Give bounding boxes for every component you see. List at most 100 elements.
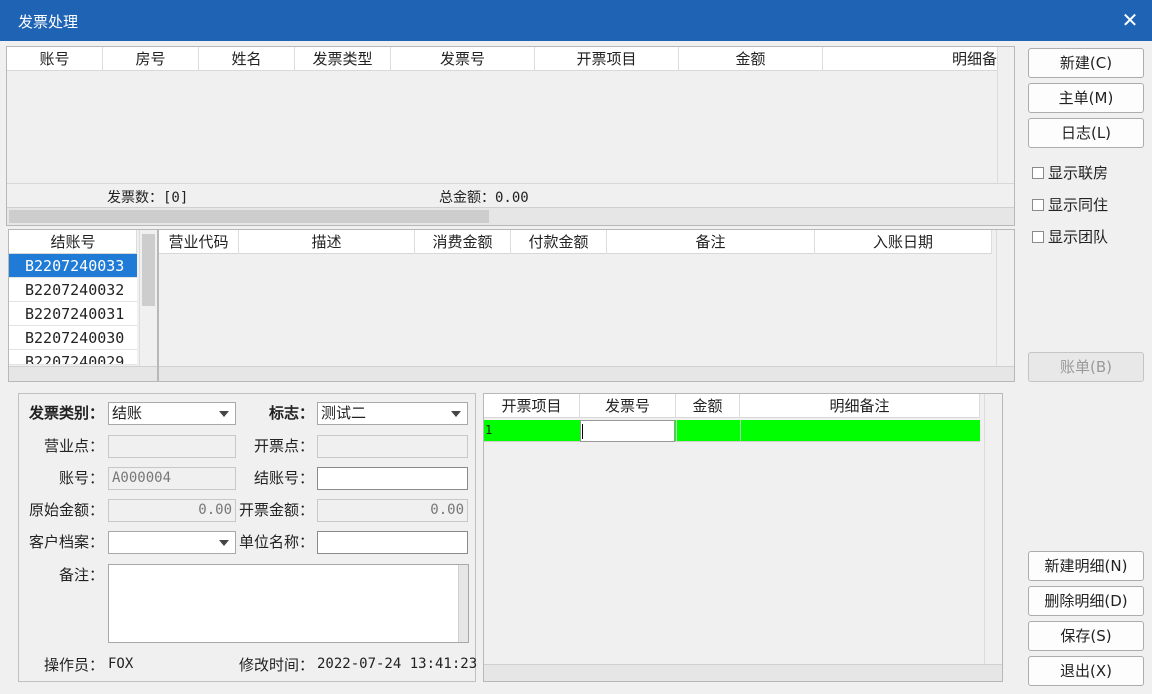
scroll-thumb[interactable]	[142, 234, 155, 306]
list-item[interactable]: B2207240030	[9, 326, 137, 350]
account-label: 账号：	[58, 469, 104, 487]
show-cohabitants-checkbox[interactable]: 显示同住	[1032, 195, 1108, 215]
list-item[interactable]: B2207240029	[9, 350, 137, 365]
checkbox-label: 显示同住	[1048, 196, 1109, 214]
table-row[interactable]: 1	[484, 420, 980, 442]
column-header[interactable]: 账号	[7, 47, 103, 71]
delete-detail-button[interactable]: 删除明细(D)	[1028, 586, 1144, 616]
customer-file-select[interactable]	[108, 531, 236, 554]
company-name-field[interactable]	[317, 531, 468, 554]
column-header[interactable]: 发票类型	[295, 47, 391, 71]
log-button[interactable]: 日志(L)	[1028, 118, 1144, 148]
original-amount-field[interactable]: 0.00	[108, 499, 236, 522]
column-header[interactable]: 消费金额	[415, 230, 511, 254]
invoice-total: 总金额：0.00	[439, 190, 529, 206]
checkbox-label: 显示团队	[1048, 228, 1109, 246]
save-button[interactable]: 保存(S)	[1028, 621, 1144, 651]
consumption-table: 营业代码 描述 消费金额 付款金额 备注 入账日期	[158, 229, 1015, 382]
invoice-table: 账号 房号 姓名 发票类型 发票号 开票项目 金额 明细备 发票数：[0] 总金…	[6, 46, 1015, 226]
list-item[interactable]: B2207240033	[9, 254, 137, 278]
settlement-list: 结账号 B2207240033 B2207240032 B2207240031 …	[8, 229, 158, 382]
settlement-list-header: 结账号	[9, 230, 137, 254]
checkbox-box[interactable]	[1032, 167, 1044, 179]
invoice-no-cell-editor[interactable]	[580, 420, 675, 442]
column-header[interactable]: 明细备	[823, 47, 997, 71]
column-header[interactable]: 营业代码	[159, 230, 239, 254]
invoice-table-header: 账号 房号 姓名 发票类型 发票号 开票项目 金额 明细备	[7, 47, 997, 71]
table-cell[interactable]	[740, 420, 980, 442]
chevron-down-icon[interactable]	[219, 411, 229, 417]
vertical-scrollbar[interactable]	[984, 394, 1002, 664]
main-bill-button[interactable]: 主单(M)	[1028, 83, 1144, 113]
close-icon[interactable]: ✕	[1118, 7, 1142, 33]
remark-label: 备注：	[58, 566, 104, 584]
column-header[interactable]: 入账日期	[815, 230, 992, 254]
column-header[interactable]: 开票项目	[535, 47, 679, 71]
column-header[interactable]: 开票项目	[484, 394, 580, 418]
account-field[interactable]: A000004	[108, 467, 236, 490]
new-button[interactable]: 新建(C)	[1028, 48, 1144, 78]
detail-table-header: 开票项目 发票号 金额 明细备注	[484, 394, 980, 418]
invoicing-point-label: 开票点：	[253, 437, 314, 455]
invoicing-point-field[interactable]	[317, 435, 468, 458]
column-header[interactable]: 描述	[239, 230, 415, 254]
show-linked-rooms-checkbox[interactable]: 显示联房	[1032, 163, 1108, 183]
settlement-no-label: 结账号：	[253, 469, 314, 487]
remark-textarea[interactable]	[108, 564, 469, 643]
original-amount-label: 原始金额：	[28, 501, 104, 519]
column-header[interactable]: 结账号	[9, 230, 137, 254]
flag-value: 测试二	[321, 404, 367, 422]
horizontal-scrollbar[interactable]	[9, 366, 157, 381]
list-item[interactable]: B2207240031	[9, 302, 137, 326]
invoice-table-body[interactable]	[7, 71, 997, 183]
consumption-table-header: 营业代码 描述 消费金额 付款金额 备注 入账日期	[159, 230, 992, 254]
column-header[interactable]: 姓名	[199, 47, 295, 71]
column-header[interactable]: 金额	[679, 47, 823, 71]
vertical-scrollbar[interactable]	[997, 47, 1014, 183]
table-cell[interactable]	[676, 420, 740, 442]
chevron-down-icon[interactable]	[219, 540, 229, 546]
horizontal-scrollbar[interactable]	[484, 664, 1002, 681]
window-title: 发票处理	[18, 13, 79, 31]
checkbox-box[interactable]	[1032, 199, 1044, 211]
column-header[interactable]: 发票号	[391, 47, 535, 71]
bill-button[interactable]: 账单(B)	[1028, 352, 1144, 382]
chevron-down-icon[interactable]	[451, 411, 461, 417]
horizontal-scrollbar[interactable]	[7, 207, 1014, 225]
column-header[interactable]: 发票号	[580, 394, 676, 418]
new-detail-button[interactable]: 新建明细(N)	[1028, 551, 1144, 581]
flag-select[interactable]: 测试二	[317, 402, 468, 425]
invoice-category-value: 结账	[112, 404, 143, 422]
invoice-category-select[interactable]: 结账	[108, 402, 236, 425]
invoice-amount-field[interactable]: 0.00	[317, 499, 468, 522]
checkbox-label: 显示联房	[1048, 164, 1109, 182]
column-header[interactable]: 金额	[676, 394, 740, 418]
column-header[interactable]: 备注	[607, 230, 815, 254]
vertical-scrollbar[interactable]	[139, 230, 157, 366]
vertical-scrollbar[interactable]	[996, 230, 1014, 366]
column-header[interactable]: 明细备注	[740, 394, 980, 418]
column-header[interactable]: 房号	[103, 47, 199, 71]
column-header[interactable]: 付款金额	[511, 230, 607, 254]
title-bar: 发票处理 ✕	[0, 0, 1152, 41]
flag-label: 标志：	[268, 404, 314, 422]
settlement-no-field[interactable]	[317, 467, 468, 490]
invoice-footer: 发票数：[0] 总金额：0.00	[7, 183, 1014, 207]
horizontal-scrollbar[interactable]	[159, 366, 1014, 381]
business-point-field[interactable]	[108, 435, 236, 458]
text-cursor	[582, 424, 583, 439]
invoice-amount-label: 开票金额：	[238, 501, 314, 519]
detail-table: 开票项目 发票号 金额 明细备注 1	[483, 393, 1003, 682]
operator-label: 操作员：	[43, 656, 104, 674]
list-item[interactable]: B2207240032	[9, 278, 137, 302]
checkbox-box[interactable]	[1032, 231, 1044, 243]
scroll-thumb[interactable]	[9, 210, 489, 223]
invoice-count: 发票数：[0]	[107, 190, 189, 206]
exit-button[interactable]: 退出(X)	[1028, 656, 1144, 686]
table-cell[interactable]: 1	[485, 423, 579, 439]
modified-time-value: 2022-07-24 13:41:23	[317, 656, 478, 672]
operator-value: FOX	[108, 656, 134, 672]
vertical-scrollbar[interactable]	[458, 565, 468, 642]
modified-time-label: 修改时间：	[238, 656, 314, 674]
show-group-checkbox[interactable]: 显示团队	[1032, 227, 1108, 247]
